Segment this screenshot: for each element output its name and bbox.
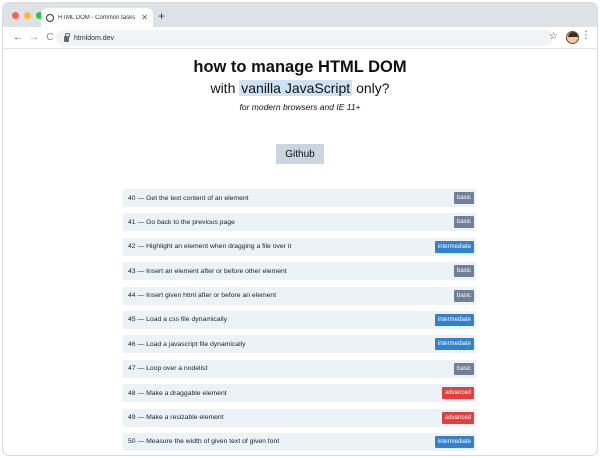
- back-button[interactable]: ←: [10, 32, 26, 43]
- browser-toolbar: ← → C htmldom.dev ☆ ⋮: [3, 27, 597, 49]
- page-subtitle: with vanilla JavaScript only?: [3, 80, 597, 96]
- subtitle-suffix: only?: [352, 80, 390, 96]
- level-badge: intermediate: [434, 338, 474, 351]
- browser-window: HTML DOM - Common tasks of ma ✕ + ← → C …: [3, 3, 597, 455]
- level-badge: advanced: [441, 387, 474, 400]
- list-item-title[interactable]: 50 — Measure the width of given text of …: [128, 438, 279, 445]
- list-item[interactable]: 40 — Get the text content of an element b…: [123, 189, 476, 207]
- level-badge: basic: [453, 216, 474, 229]
- list-item[interactable]: 45 — Load a css file dynamically intermed…: [123, 310, 476, 329]
- list-item[interactable]: 50 — Measure the width of given text of …: [123, 432, 476, 451]
- list-item-title[interactable]: 46 — Load a javascript file dynamically: [128, 341, 246, 348]
- page-tagline: for modern browsers and IE 11+: [239, 102, 361, 112]
- level-badge: intermediate: [434, 313, 474, 326]
- list-item[interactable]: 41 — Go back to the previous page basic: [123, 213, 476, 232]
- subtitle-highlight: vanilla JavaScript: [239, 80, 353, 96]
- list-item[interactable]: 42 — Highlight an element when dragging …: [123, 237, 476, 256]
- list-item-title[interactable]: 43 — Insert an element after or before o…: [128, 268, 287, 275]
- list-item-title[interactable]: 49 — Make a resizable element: [128, 414, 224, 421]
- list-item-title[interactable]: 42 — Highlight an element when dragging …: [128, 243, 291, 250]
- list-item-title[interactable]: 48 — Make a draggable element: [128, 390, 227, 397]
- browser-menu-icon[interactable]: ⋮: [581, 30, 591, 41]
- bookmark-star-icon[interactable]: ☆: [549, 31, 558, 42]
- globe-icon: [46, 13, 54, 22]
- list-item-title[interactable]: 45 — Load a css file dynamically: [128, 316, 227, 323]
- level-badge: basic: [453, 265, 474, 278]
- level-badge: basic: [453, 192, 474, 204]
- list-item[interactable]: 46 — Load a javascript file dynamically i…: [123, 335, 476, 354]
- forward-button[interactable]: →: [26, 32, 42, 43]
- list-item[interactable]: 43 — Insert an element after or before o…: [123, 262, 476, 281]
- level-badge: intermediate: [434, 435, 474, 448]
- task-list: 40 — Get the text content of an element b…: [123, 189, 476, 455]
- tab-title: HTML DOM - Common tasks of ma: [58, 14, 137, 21]
- page-title: how to manage HTML DOM: [193, 58, 407, 76]
- page-content: how to manage HTML DOM with vanilla Java…: [3, 50, 597, 455]
- level-badge: advanced: [441, 411, 474, 424]
- list-item-title[interactable]: 44 — Insert given html after or before a…: [128, 292, 276, 299]
- profile-avatar[interactable]: [566, 31, 579, 44]
- lock-icon: [64, 33, 70, 42]
- list-item-title[interactable]: 47 — Loop over a nodelist: [128, 365, 207, 372]
- tab-strip: HTML DOM - Common tasks of ma ✕ +: [3, 3, 597, 27]
- close-tab-icon[interactable]: ✕: [141, 13, 148, 22]
- url-text: htmldom.dev: [74, 34, 115, 42]
- list-item-title[interactable]: 40 — Get the text content of an element: [128, 195, 249, 202]
- window-controls: [12, 12, 43, 19]
- list-item-title[interactable]: 41 — Go back to the previous page: [128, 219, 235, 226]
- list-item[interactable]: 48 — Make a draggable element advanced: [123, 384, 476, 403]
- list-item[interactable]: 44 — Insert given html after or before a…: [123, 286, 476, 305]
- close-window-button[interactable]: [12, 12, 19, 19]
- subtitle-prefix: with: [210, 80, 240, 96]
- level-badge: intermediate: [434, 240, 474, 253]
- minimize-window-button[interactable]: [24, 12, 31, 19]
- list-item[interactable]: 47 — Loop over a nodelist basic: [123, 359, 476, 378]
- address-bar[interactable]: htmldom.dev: [56, 30, 553, 46]
- level-badge: basic: [453, 362, 474, 375]
- github-button[interactable]: Github: [276, 144, 324, 164]
- new-tab-button[interactable]: +: [158, 9, 165, 23]
- level-badge: basic: [453, 289, 474, 302]
- browser-tab[interactable]: HTML DOM - Common tasks of ma ✕: [41, 8, 153, 27]
- list-item[interactable]: 49 — Make a resizable element advanced: [123, 408, 476, 427]
